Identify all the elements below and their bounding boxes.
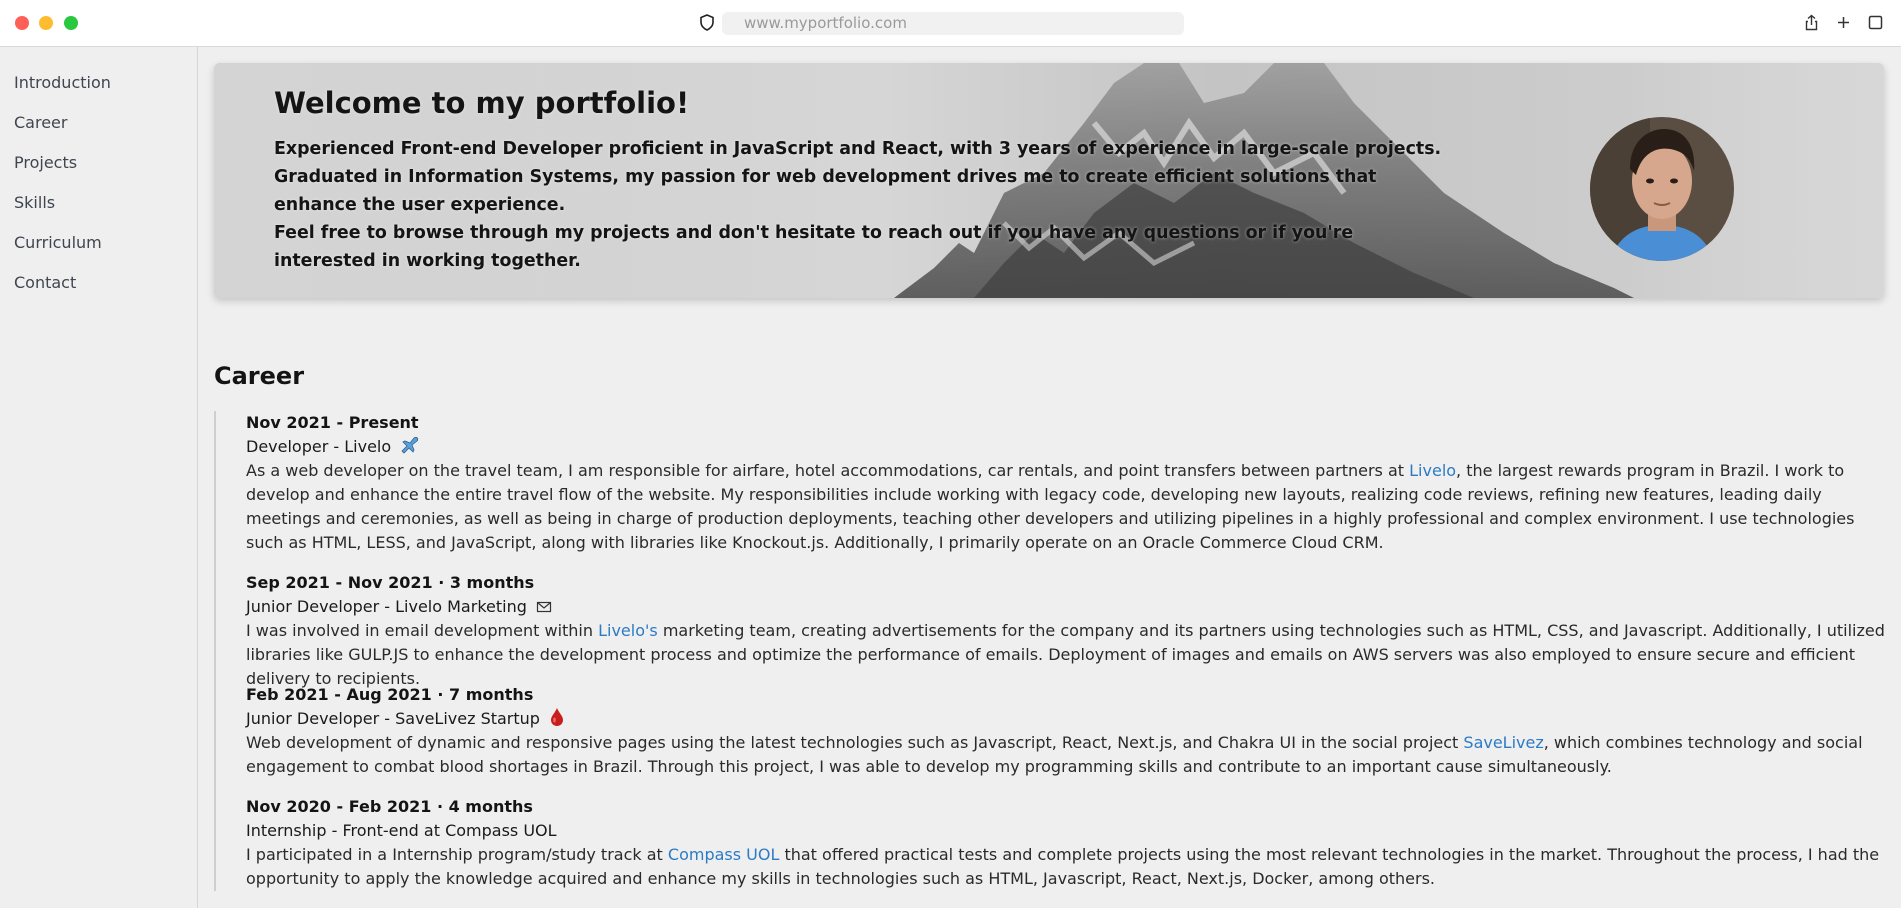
- sidebar-item-introduction[interactable]: Introduction: [14, 73, 111, 92]
- new-tab-icon[interactable]: [1835, 14, 1852, 31]
- company-link-savelivez[interactable]: SaveLivez: [1463, 733, 1543, 752]
- job-description: I participated in a Internship program/s…: [246, 843, 1886, 891]
- job-description: I was involved in email development with…: [246, 619, 1886, 691]
- company-link-livelos[interactable]: Livelo's: [598, 621, 658, 640]
- sidebar-item-contact[interactable]: Contact: [14, 273, 76, 292]
- job-date: Sep 2021 - Nov 2021 · 3 months: [246, 573, 535, 592]
- hero-banner: Welcome to my portfolio! Experienced Fro…: [214, 63, 1884, 298]
- airplane-icon: [401, 436, 419, 454]
- career-item: Nov 2021 - Present Developer - Livelo As…: [246, 411, 1886, 555]
- sidebar-item-projects[interactable]: Projects: [14, 153, 77, 172]
- job-date: Nov 2021 - Present: [246, 413, 419, 432]
- job-role: Developer - Livelo: [246, 435, 1886, 459]
- hero-description: Experienced Front-end Developer proficie…: [274, 135, 1444, 275]
- blood-drop-icon: [551, 708, 564, 726]
- shield-icon: [700, 14, 714, 31]
- career-item: Feb 2021 - Aug 2021 · 7 months Junior De…: [246, 683, 1886, 779]
- sidebar-item-skills[interactable]: Skills: [14, 193, 55, 212]
- job-description-text: Web development of dynamic and responsiv…: [246, 733, 1464, 752]
- minimize-window-button[interactable]: [39, 16, 53, 30]
- job-date: Feb 2021 - Aug 2021 · 7 months: [246, 685, 534, 704]
- envelope-icon: [536, 601, 552, 613]
- career-timeline: Nov 2021 - Present Developer - Livelo As…: [214, 411, 1890, 891]
- job-role: Junior Developer - SaveLivez Startup: [246, 707, 1886, 731]
- company-link-livelo[interactable]: Livelo: [1409, 461, 1456, 480]
- job-date: Nov 2020 - Feb 2021 · 4 months: [246, 797, 533, 816]
- hero-title: Welcome to my portfolio!: [274, 86, 690, 120]
- tab-overview-icon[interactable]: [1867, 14, 1884, 31]
- address-bar[interactable]: www.myportfolio.com: [722, 12, 1184, 35]
- career-item: Sep 2021 - Nov 2021 · 3 months Junior De…: [246, 571, 1886, 691]
- career-item: Nov 2020 - Feb 2021 · 4 months Internshi…: [246, 795, 1886, 891]
- share-icon[interactable]: [1803, 14, 1820, 31]
- job-role: Internship - Front-end at Compass UOL: [246, 821, 557, 840]
- maximize-window-button[interactable]: [64, 16, 78, 30]
- job-description-text: As a web developer on the travel team, I…: [246, 461, 1410, 480]
- sidebar-item-curriculum[interactable]: Curriculum: [14, 233, 102, 252]
- job-role: Junior Developer - Livelo Marketing: [246, 595, 1886, 619]
- sidebar-nav: Introduction Career Projects Skills Curr…: [0, 47, 198, 908]
- job-description: Web development of dynamic and responsiv…: [246, 731, 1886, 779]
- job-description-text: I was involved in email development with…: [246, 621, 599, 640]
- company-link-compass-uol[interactable]: Compass UOL: [668, 845, 779, 864]
- browser-toolbar: www.myportfolio.com: [0, 0, 1901, 47]
- job-role-label: Junior Developer - Livelo Marketing: [246, 597, 527, 616]
- job-role-label: Developer - Livelo: [246, 437, 392, 456]
- career-section-title: Career: [214, 362, 305, 390]
- hero-line-3: Feel free to browse through my projects …: [274, 223, 1354, 271]
- hero-line-1: Experienced Front-end Developer proficie…: [274, 139, 1442, 159]
- sidebar-item-career[interactable]: Career: [14, 113, 67, 132]
- job-description-text: I participated in a Internship program/s…: [246, 845, 668, 864]
- job-description: As a web developer on the travel team, I…: [246, 459, 1886, 555]
- hero-line-2: Graduated in Information Systems, my pas…: [274, 167, 1377, 215]
- job-role-label: Junior Developer - SaveLivez Startup: [246, 709, 540, 728]
- close-window-button[interactable]: [15, 16, 29, 30]
- avatar: [1590, 117, 1734, 261]
